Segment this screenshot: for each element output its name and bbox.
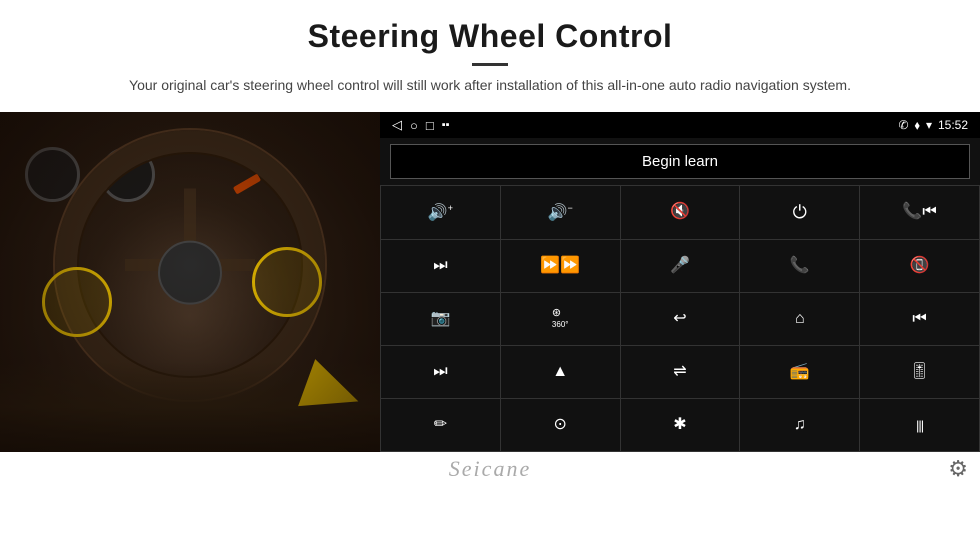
prev-track-icon: 📞⏮ (902, 204, 936, 220)
signal-icon: ▪▪ (442, 119, 450, 131)
vol-down-button[interactable]: 🔊− (501, 186, 620, 238)
call-icon: 📞 (790, 258, 810, 274)
location-icon: ⬧ (915, 118, 920, 133)
title-divider (472, 63, 508, 66)
circle-icon: ⊙ (553, 417, 566, 433)
swap-button[interactable]: ⇌ (621, 346, 740, 398)
bluetooth-icon: ✱ (673, 417, 686, 433)
music-button[interactable]: ♫ (740, 399, 859, 451)
bars-button[interactable]: ||| (860, 399, 979, 451)
prev-track-button[interactable]: 📞⏮ (860, 186, 979, 238)
vol-up-button[interactable]: 🔊+ (381, 186, 500, 238)
music-icon: ♫ (794, 417, 806, 433)
page-title: Steering Wheel Control (60, 18, 920, 55)
camera-icon: 📷 (430, 311, 450, 327)
vol-up-icon: 🔊+ (428, 204, 453, 221)
360-icon: ⊛360° (552, 308, 569, 330)
mute-button[interactable]: 🔇 (621, 186, 740, 238)
begin-learn-row: Begin learn (380, 138, 980, 185)
pen-icon: ✏ (434, 417, 447, 433)
status-left: ◁ ○ □ ▪▪ (392, 117, 450, 133)
rewind-button[interactable]: ⏮ (860, 293, 979, 345)
sw-hub (158, 241, 222, 305)
bottom-bar: Seicane ⚙ (0, 452, 980, 486)
callout-left (42, 267, 112, 337)
brand-logo: Seicane (449, 456, 531, 481)
right-panel: ◁ ○ □ ▪▪ ✆ ⬧ ▾ 15:52 Begin learn (380, 112, 980, 452)
end-call-icon: 📵 (910, 258, 930, 274)
bluetooth-button[interactable]: ✱ (621, 399, 740, 451)
swap-icon: ⇌ (673, 364, 686, 380)
gauge-left (25, 147, 80, 202)
nav-arrow-button[interactable]: ▲ (501, 346, 620, 398)
subtitle: Your original car's steering wheel contr… (110, 74, 870, 96)
fast-forward-icon: ⏩⏩ (540, 258, 580, 274)
mic-icon: 🎤 (670, 258, 690, 274)
rewind-icon: ⏮ (912, 311, 926, 327)
control-grid: 🔊+ 🔊− 🔇 ⏻ 📞⏮ ⏭ ⏩⏩ (380, 185, 980, 452)
mic-button[interactable]: 🎤 (621, 240, 740, 292)
360-button[interactable]: ⊛360° (501, 293, 620, 345)
camera-button[interactable]: 📷 (381, 293, 500, 345)
vol-down-icon: 🔊− (548, 204, 573, 221)
nav-home-icon[interactable]: ○ (410, 118, 418, 133)
radio-icon: 📻 (790, 364, 810, 380)
nav-recent-icon[interactable]: □ (426, 118, 434, 133)
bars-icon: ||| (916, 419, 923, 432)
skip-next-icon: ⏭ (433, 258, 447, 274)
home-icon: ⌂ (795, 311, 805, 327)
sw-stripe (233, 174, 261, 195)
yellow-arrow (298, 359, 367, 425)
radio-button[interactable]: 📻 (740, 346, 859, 398)
forward-skip-button[interactable]: ⏭ (381, 346, 500, 398)
callout-right (252, 247, 322, 317)
circle-button[interactable]: ⊙ (501, 399, 620, 451)
end-call-button[interactable]: 📵 (860, 240, 979, 292)
forward-skip-icon: ⏭ (433, 364, 447, 380)
call-button[interactable]: 📞 (740, 240, 859, 292)
header-section: Steering Wheel Control Your original car… (0, 0, 980, 106)
begin-learn-button[interactable]: Begin learn (390, 144, 970, 179)
settings-gear-icon[interactable]: ⚙ (948, 456, 968, 482)
eq-button[interactable]: 🎚 (860, 346, 979, 398)
content-row: ◁ ○ □ ▪▪ ✆ ⬧ ▾ 15:52 Begin learn (0, 112, 980, 452)
arrow-container (305, 367, 360, 417)
power-icon: ⏻ (793, 203, 807, 221)
status-bar: ◁ ○ □ ▪▪ ✆ ⬧ ▾ 15:52 (380, 112, 980, 138)
home-button[interactable]: ⌂ (740, 293, 859, 345)
fast-forward-button[interactable]: ⏩⏩ (501, 240, 620, 292)
nav-arrow-icon: ▲ (552, 364, 568, 380)
clock: 15:52 (938, 118, 968, 132)
wifi-icon: ▾ (926, 118, 932, 132)
mute-icon: 🔇 (670, 204, 690, 220)
phone-icon: ✆ (898, 118, 908, 132)
back-button[interactable]: ↩ (621, 293, 740, 345)
steering-wheel-image (0, 112, 380, 452)
back-icon: ↩ (673, 311, 686, 327)
status-right: ✆ ⬧ ▾ 15:52 (898, 118, 968, 133)
eq-icon: 🎚 (909, 364, 929, 380)
next-button[interactable]: ⏭ (381, 240, 500, 292)
page-wrapper: Steering Wheel Control Your original car… (0, 0, 980, 544)
power-button[interactable]: ⏻ (740, 186, 859, 238)
pen-button[interactable]: ✏ (381, 399, 500, 451)
nav-back-icon[interactable]: ◁ (392, 117, 402, 133)
